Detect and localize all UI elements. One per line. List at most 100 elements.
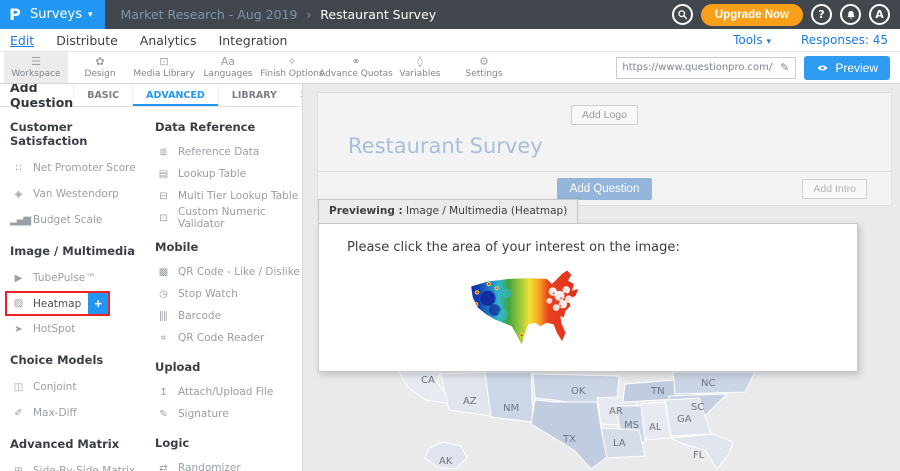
question-type-randomizer[interactable]: ⇄Randomizer [155,457,302,471]
tab-library[interactable]: LIBRARY [218,84,290,106]
question-type-net-promoter-score[interactable]: ∷Net Promoter Score [10,155,143,181]
add-heatmap-button[interactable]: + [88,293,108,314]
question-type-attach-upload-file[interactable]: ↥Attach/Upload File [155,381,302,403]
toolbar-item-advance-quotas[interactable]: ⚭Advance Quotas [324,52,388,83]
state-label-la: LA [613,438,626,449]
section-title: Customer Satisfaction [10,120,143,148]
question-type-van-westendorp[interactable]: ◈Van Westendorp [10,181,143,207]
close-icon[interactable]: ✕ [290,84,303,106]
question-type-label: Side-By-Side Matrix [33,465,135,471]
section-title: Choice Models [10,353,143,367]
survey-url-box: https://www.questionpro.com/t/APNrFZ ✎ [616,57,796,79]
survey-url-value[interactable]: https://www.questionpro.com/t/APNrFZ [617,62,773,73]
question-type-side-by-side-matrix[interactable]: ⊞Side-By-Side Matrix [10,458,143,471]
question-type-lookup-table[interactable]: ▤Lookup Table [155,163,302,185]
nav-tab-integration[interactable]: Integration [219,33,288,48]
responses-count[interactable]: Responses: 45 [801,33,888,47]
cursor-icon: ➤ [10,324,26,335]
toolbar-item-settings[interactable]: ⚙Settings [452,52,516,83]
question-type-budget-scale[interactable]: ▂▄▆Budget Scale [10,207,143,233]
question-type-tubepulse[interactable]: ▶TubePulse™ [10,265,143,291]
reference-data-icon: ≣ [155,147,171,158]
stopwatch-icon: ◷ [155,289,171,300]
notifications-button[interactable] [840,4,861,25]
question-type-qr-code-like-dislike[interactable]: ▩QR Code - Like / Dislike [155,261,302,283]
add-logo-button[interactable]: Add Logo [571,105,638,125]
search-button[interactable] [672,4,693,25]
state-label-ca: CA [421,375,435,386]
question-type-heatmap[interactable]: ▨Heatmap+ [5,291,110,316]
numeric-validator-icon: ⊡ [155,213,171,224]
lookup-table-icon: ▤ [155,169,171,180]
edit-url-icon[interactable]: ✎ [773,61,795,74]
question-type-label: Stop Watch [178,288,238,300]
question-type-hotspot[interactable]: ➤HotSpot [10,316,143,342]
quota-links-icon: ⚭ [351,56,360,68]
price-tag-icon: ◈ [10,189,26,200]
question-type-conjoint[interactable]: ◫Conjoint [10,374,143,400]
toolbar-item-workspace[interactable]: ☰Workspace [4,52,68,83]
sidebar-title: Add Question [0,84,73,110]
question-type-label: Max-Diff [33,407,77,419]
toolbar-item-label: Workspace [11,69,60,79]
question-type-barcode[interactable]: ∥∥Barcode [155,305,302,327]
question-type-label: Budget Scale [33,214,102,226]
survey-title[interactable]: Restaurant Survey [348,134,891,158]
qr-reader-icon: ⌗ [155,333,171,344]
toolbar-item-media-library[interactable]: ⊡Media Library [132,52,196,83]
question-type-label: Custom Numeric Validator [178,206,302,230]
state-label-tx: TX [563,434,576,445]
section-title: Mobile [155,240,302,254]
question-type-label: TubePulse™ [33,272,96,284]
tab-basic[interactable]: BASIC [73,84,132,106]
state-label-ms: MS [624,420,639,431]
question-type-signature[interactable]: ✎Signature [155,403,302,425]
multi-tier-lookup-icon: ⊟ [155,191,171,202]
section-title: Data Reference [155,120,302,134]
product-switcher[interactable]: P Surveys ▾ [0,0,105,29]
question-type-multi-tier-lookup-table[interactable]: ⊟Multi Tier Lookup Table [155,185,302,207]
sidebar-column-1: Customer Satisfaction ∷Net Promoter Score… [0,109,143,471]
magic-wand-icon: ✧ [287,56,296,68]
heatmap-icon: ▨ [10,298,26,309]
section-logic: Logic⇄RandomizerΨCustom Logic Engine [155,436,302,471]
toolbar-item-languages[interactable]: AaLanguages [196,52,260,83]
tools-label: Tools [733,33,763,47]
toolbar-item-design[interactable]: ✿Design [68,52,132,83]
tab-advanced[interactable]: ADVANCED [132,84,218,106]
state-label-az: AZ [463,396,477,407]
account-avatar[interactable]: A [869,4,890,25]
nav-tab-edit[interactable]: Edit [10,33,34,48]
section-choice-models: Choice Models ◫Conjoint✐Max-Diff [10,353,143,426]
toolbar-item-finish-options[interactable]: ✧Finish Options [260,52,324,83]
add-question-button[interactable]: Add Question [557,178,653,200]
eye-icon [816,63,829,73]
question-type-stop-watch[interactable]: ◷ Stop Watch [155,283,302,305]
question-type-reference-data[interactable]: ≣ Reference Data [155,141,302,163]
question-type-max-diff[interactable]: ✐Max-Diff [10,400,143,426]
question-type-custom-numeric-validator[interactable]: ⊡ Custom Numeric Validator [155,207,302,229]
nav-tab-distribute[interactable]: Distribute [56,33,118,48]
question-text: Please click the area of your interest o… [347,240,857,255]
question-type-label: Reference Data [178,146,259,158]
questionpro-logo: P [0,5,30,24]
add-intro-button[interactable]: Add Intro [802,179,867,199]
question-type-qr-code-reader[interactable]: ⌗QR Code Reader [155,327,302,349]
breadcrumb-parent[interactable]: Market Research - Aug 2019 [121,7,298,22]
heatmap-usa-image[interactable] [466,268,584,348]
nav-tab-analytics[interactable]: Analytics [140,33,197,48]
breadcrumb-separator-icon: › [306,8,311,22]
variable-tag-icon: ◊ [417,56,422,68]
section-advanced-matrix: Advanced Matrix⊞Side-By-Side Matrix▦Comp… [10,437,143,471]
toolbar-item-variables[interactable]: ◊Variables [388,52,452,83]
bell-icon [845,9,857,21]
question-type-label: Randomizer [178,462,241,471]
qr-code-icon: ▩ [155,267,171,278]
question-preview-card: Please click the area of your interest o… [318,223,858,372]
upgrade-now-button[interactable]: Upgrade Now [701,4,803,26]
tools-menu[interactable]: Tools ▾ [733,33,771,47]
toolbar-item-label: Media Library [133,69,194,79]
preview-label: Preview [835,61,878,75]
preview-button[interactable]: Preview [804,56,890,80]
help-button[interactable]: ? [811,4,832,25]
